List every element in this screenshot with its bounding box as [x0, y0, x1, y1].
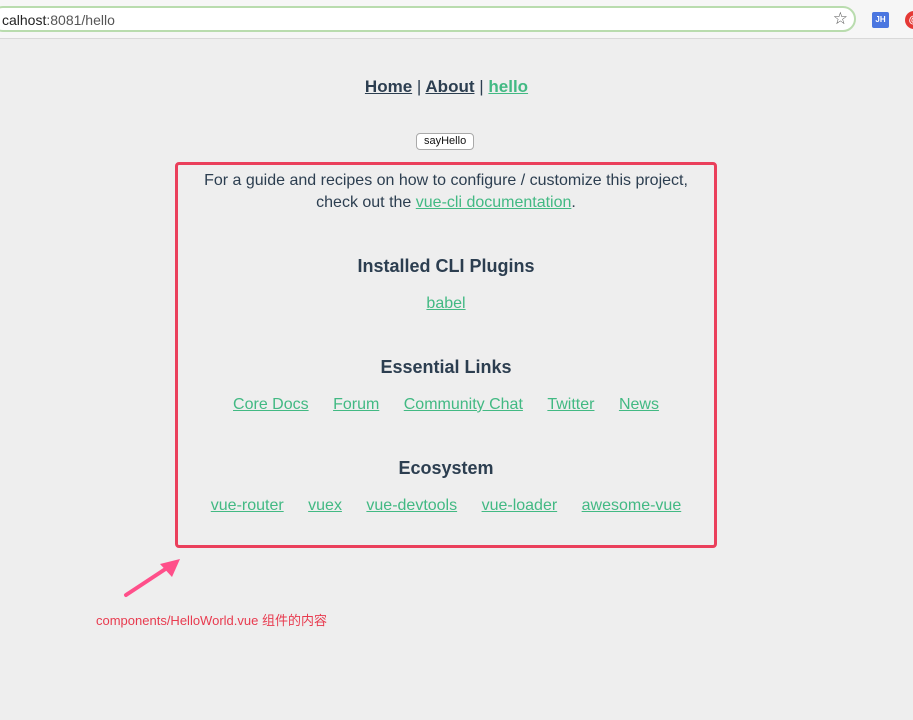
- core-docs-link[interactable]: Core Docs: [233, 396, 309, 413]
- hello-world-component: For a guide and recipes on how to config…: [175, 170, 717, 515]
- bookmark-star-icon[interactable]: ☆: [833, 9, 848, 29]
- community-chat-link[interactable]: Community Chat: [404, 396, 523, 413]
- vue-router-link[interactable]: vue-router: [211, 497, 284, 514]
- vue-devtools-link[interactable]: vue-devtools: [366, 497, 457, 514]
- say-hello-button[interactable]: sayHello: [416, 133, 475, 150]
- babel-link[interactable]: babel: [426, 295, 465, 312]
- forum-link[interactable]: Forum: [333, 396, 379, 413]
- nav-home-link[interactable]: Home: [365, 77, 412, 96]
- vue-cli-docs-link[interactable]: vue-cli documentation: [416, 194, 572, 211]
- plugins-links: babel: [175, 295, 717, 313]
- nav-separator: |: [416, 77, 422, 96]
- nav-hello-link[interactable]: hello: [488, 77, 528, 96]
- url-text: calhost:8081/hello: [2, 12, 115, 28]
- annotation-arrow-icon: [124, 559, 180, 597]
- awesome-vue-link[interactable]: awesome-vue: [582, 497, 682, 514]
- annotation-label: components/HelloWorld.vue 组件的内容: [96, 613, 327, 628]
- vue-loader-link[interactable]: vue-loader: [482, 497, 558, 514]
- address-bar[interactable]: calhost:8081/hello ☆: [0, 6, 856, 32]
- essential-links: Core Docs Forum Community Chat Twitter N…: [175, 396, 717, 414]
- main-nav: Home | About | hello: [0, 77, 893, 97]
- twitter-link[interactable]: Twitter: [547, 396, 594, 413]
- intro-text: For a guide and recipes on how to config…: [204, 172, 688, 211]
- nav-separator: |: [479, 77, 484, 96]
- news-link[interactable]: News: [619, 396, 659, 413]
- browser-toolbar: calhost:8081/hello ☆ JH @: [0, 0, 913, 39]
- section-title-plugins: Installed CLI Plugins: [357, 256, 535, 276]
- ecosystem-links: vue-router vuex vue-devtools vue-loader …: [175, 497, 717, 515]
- nav-about-link[interactable]: About: [425, 77, 474, 96]
- vuex-link[interactable]: vuex: [308, 497, 342, 514]
- section-title-ecosystem: Ecosystem: [398, 458, 494, 478]
- section-title-essential: Essential Links: [380, 357, 512, 377]
- red-extension-icon[interactable]: @: [905, 11, 913, 29]
- jh-extension-icon[interactable]: JH: [872, 12, 889, 28]
